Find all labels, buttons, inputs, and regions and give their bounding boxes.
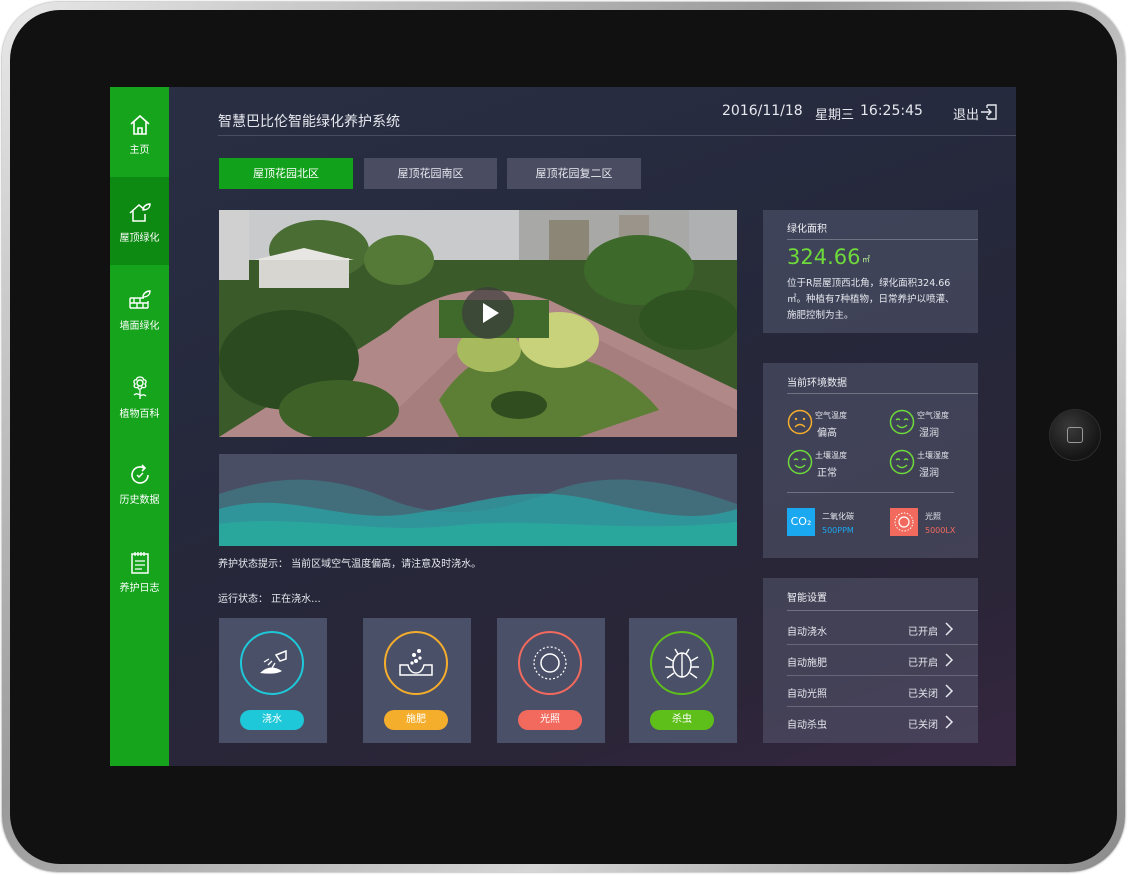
env-status: 正常 <box>817 468 837 479</box>
env-status: 湿润 <box>919 428 939 439</box>
chevron-right-icon[interactable] <box>944 621 954 637</box>
setting-name: 自动浇水 <box>787 627 827 638</box>
sidebar: 主页 屋顶绿化 墙面绿化 植物百科 历史数据 养护日志 <box>110 87 169 766</box>
sidebar-item-care-log[interactable]: 养护日志 <box>110 529 169 617</box>
setting-name: 自动施肥 <box>787 658 827 669</box>
env-status: 湿润 <box>919 468 939 479</box>
garden-video[interactable] <box>219 210 737 437</box>
care-status-tip: 养护状态提示： 当前区域空气温度偏高，请注意及时浇水。 <box>218 559 482 570</box>
setting-name: 自动光照 <box>787 689 827 700</box>
bug-icon <box>650 631 714 695</box>
notebook-icon <box>130 552 149 574</box>
setting-auto-water[interactable]: 自动浇水 已开启 <box>787 614 978 644</box>
roof-plant-icon <box>129 203 151 222</box>
sun-icon <box>518 631 582 695</box>
gas-value: 5000LX <box>925 526 956 535</box>
refresh-icon <box>130 464 149 484</box>
light-button[interactable]: 光照 <box>518 710 582 730</box>
page-title: 智慧巴比伦智能绿化养护系统 <box>218 114 400 130</box>
gas-value: 500PPM <box>822 526 854 535</box>
sidebar-item-label: 养护日志 <box>119 583 160 594</box>
env-status: 偏高 <box>817 428 837 439</box>
card-divider <box>787 492 954 493</box>
action-card-light[interactable]: 光照 <box>497 618 605 743</box>
sidebar-item-label: 植物百科 <box>119 409 160 420</box>
tab-roof-south[interactable]: 屋顶花园南区 <box>364 158 497 189</box>
chevron-right-icon[interactable] <box>944 683 954 699</box>
light-sun-icon <box>890 508 918 536</box>
card-divider <box>787 393 978 394</box>
wall-plant-icon <box>128 290 151 309</box>
sidebar-item-label: 墙面绿化 <box>119 321 160 332</box>
smart-settings-card: 智能设置 自动浇水 已开启 自动施肥 已开启 自动光照 已关闭 自动杀虫 已关闭 <box>763 578 978 743</box>
card-title: 当前环境数据 <box>787 378 847 389</box>
card-title: 智能设置 <box>787 593 827 604</box>
gas-name: 光照 <box>925 512 941 521</box>
setting-state: 已关闭 <box>908 720 938 731</box>
gas-name: 二氧化碳 <box>822 512 854 521</box>
env-name: 空气温度 <box>815 411 847 420</box>
chevron-right-icon[interactable] <box>944 652 954 668</box>
action-card-water[interactable]: 浇水 <box>219 618 327 743</box>
area-unit: ㎡ <box>862 255 870 264</box>
header-weekday: 星期三 <box>815 108 855 123</box>
setting-state: 已关闭 <box>908 689 938 700</box>
env-name: 土壤湿度 <box>917 451 949 460</box>
setting-name: 自动杀虫 <box>787 720 827 731</box>
setting-state: 已开启 <box>908 658 938 669</box>
sidebar-item-label: 屋顶绿化 <box>119 233 160 244</box>
run-status: 运行状态： 正在浇水... <box>218 594 321 605</box>
sidebar-item-home[interactable]: 主页 <box>110 87 169 175</box>
env-name: 空气湿度 <box>917 411 949 420</box>
sidebar-item-plant-wiki[interactable]: 植物百科 <box>110 353 169 441</box>
logout-icon[interactable] <box>980 103 998 121</box>
status-wave-graphic <box>219 454 737 546</box>
header-divider <box>218 135 1016 136</box>
sidebar-item-wall-greening[interactable]: 墙面绿化 <box>110 265 169 353</box>
fertilize-icon <box>384 631 448 695</box>
card-title: 绿化面积 <box>787 224 827 235</box>
tab-roof-complex-2[interactable]: 屋顶花园复二区 <box>507 158 641 189</box>
header-time: 16:25:45 <box>860 103 923 119</box>
setting-auto-fertilize[interactable]: 自动施肥 已开启 <box>787 645 978 675</box>
card-divider <box>787 239 978 240</box>
pest-control-button[interactable]: 杀虫 <box>650 710 714 730</box>
action-card-pest[interactable]: 杀虫 <box>629 618 737 743</box>
header-date: 2016/11/18 <box>722 103 803 119</box>
fertilize-button[interactable]: 施肥 <box>384 710 448 730</box>
flower-icon <box>132 376 147 399</box>
setting-auto-pest[interactable]: 自动杀虫 已关闭 <box>787 707 978 737</box>
watering-icon <box>240 631 304 695</box>
area-description: 位于R层屋顶西北角，绿化面积324.66㎡。种植有7种植物，日常养护以喷灌、施肥… <box>787 278 955 321</box>
chevron-right-icon[interactable] <box>944 714 954 730</box>
sidebar-item-label: 历史数据 <box>119 495 160 506</box>
home-icon <box>129 114 150 135</box>
sidebar-item-label: 主页 <box>129 145 150 156</box>
happy-face-icon <box>889 449 915 475</box>
action-card-fertilize[interactable]: 施肥 <box>363 618 471 743</box>
card-divider <box>787 610 978 611</box>
sad-face-icon <box>787 409 813 435</box>
co2-icon: CO₂ <box>787 508 815 536</box>
sidebar-item-roof-greening[interactable]: 屋顶绿化 <box>110 177 169 265</box>
tab-roof-north[interactable]: 屋顶花园北区 <box>219 158 353 189</box>
happy-face-icon <box>787 449 813 475</box>
app-screen: 主页 屋顶绿化 墙面绿化 植物百科 历史数据 养护日志 智慧巴比伦智能绿化养护系… <box>110 87 1016 766</box>
area-value: 324.66 <box>787 245 861 269</box>
setting-auto-light[interactable]: 自动光照 已关闭 <box>787 676 978 706</box>
device-home-button[interactable] <box>1049 409 1101 461</box>
green-area-card: 绿化面积 324.66 ㎡ 位于R层屋顶西北角，绿化面积324.66㎡。种植有7… <box>763 210 978 333</box>
sidebar-item-history-data[interactable]: 历史数据 <box>110 441 169 529</box>
setting-state: 已开启 <box>908 627 938 638</box>
happy-face-icon <box>889 409 915 435</box>
logout-button[interactable]: 退出 <box>953 104 979 123</box>
environment-card: 当前环境数据 空气温度 偏高 空气湿度 湿润 土壤温度 正常 土壤湿度 湿润 C… <box>763 363 978 558</box>
env-name: 土壤温度 <box>815 451 847 460</box>
water-button[interactable]: 浇水 <box>240 710 304 730</box>
play-button[interactable] <box>462 287 514 339</box>
